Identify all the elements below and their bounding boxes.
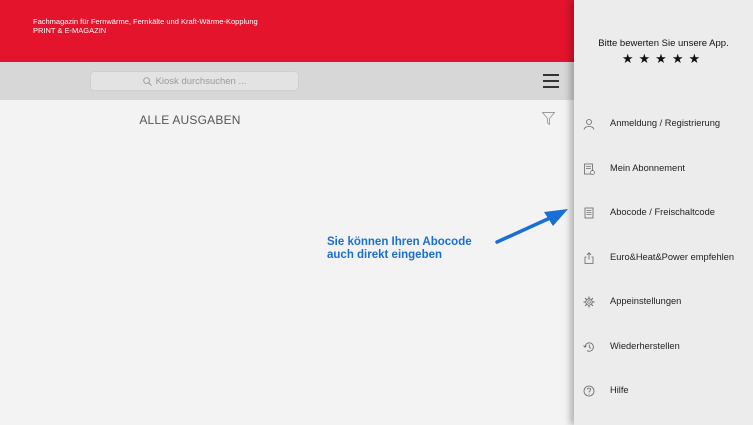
- menu-item-label: Mein Abonnement: [610, 163, 685, 173]
- menu-item-subscription[interactable]: Mein Abonnement: [574, 154, 753, 184]
- subscription-icon: [584, 163, 595, 175]
- app-header: Fachmagazin für Fernwärme, Fernkälte und…: [0, 0, 574, 62]
- filter-icon[interactable]: [542, 112, 555, 125]
- section-title: ALLE AUSGABEN: [139, 113, 241, 127]
- gear-icon: [583, 296, 595, 308]
- share-icon: [584, 252, 594, 264]
- header-subtitle: PRINT & E-MAGAZIN: [33, 26, 107, 35]
- menu-item-help[interactable]: Hilfe: [574, 376, 753, 406]
- code-document-icon: [584, 207, 594, 219]
- help-icon: [583, 385, 595, 397]
- annotation-line-1: Sie können Ihren Abocode: [327, 236, 472, 248]
- rate-prompt: Bitte bewerten Sie unsere App.: [598, 38, 729, 49]
- menu-item-abocode[interactable]: Abocode / Freischaltcode: [574, 198, 753, 228]
- rating-stars[interactable]: ★★★★★: [574, 51, 753, 67]
- header-tagline: Fachmagazin für Fernwärme, Fernkälte und…: [33, 17, 258, 26]
- annotation-arrow: [495, 209, 568, 244]
- menu-item-settings[interactable]: Appeinstellungen: [574, 287, 753, 317]
- menu-item-login[interactable]: Anmeldung / Registrierung: [574, 109, 753, 139]
- main-area: Fachmagazin für Fernwärme, Fernkälte und…: [0, 0, 574, 425]
- menu-item-recommend[interactable]: Euro&Heat&Power empfehlen: [574, 243, 753, 273]
- restore-icon: [583, 342, 594, 352]
- search-icon: [142, 76, 152, 86]
- side-menu: Bitte bewerten Sie unsere App. ★★★★★ Anm…: [574, 0, 753, 425]
- menu-icon[interactable]: [543, 74, 559, 88]
- menu-item-label: Hilfe: [610, 385, 629, 395]
- menu-item-label: Appeinstellungen: [610, 296, 682, 306]
- search-bar: Kiosk durchsuchen ...: [0, 62, 574, 100]
- menu-item-label: Euro&Heat&Power empfehlen: [610, 252, 735, 262]
- menu-item-label: Anmeldung / Registrierung: [610, 118, 721, 128]
- menu-item-label: Abocode / Freischaltcode: [610, 207, 715, 217]
- search-placeholder: Kiosk durchsuchen ...: [155, 75, 247, 87]
- search-input[interactable]: Kiosk durchsuchen ...: [90, 71, 299, 91]
- menu-item-restore[interactable]: Wiederherstellen: [574, 332, 753, 362]
- annotation-line-2: auch direkt eingeben: [327, 249, 443, 261]
- annotation-text: Sie können Ihren Abocode auch direkt ein…: [327, 236, 472, 262]
- user-icon: [583, 119, 595, 130]
- menu-item-label: Wiederherstellen: [610, 341, 680, 351]
